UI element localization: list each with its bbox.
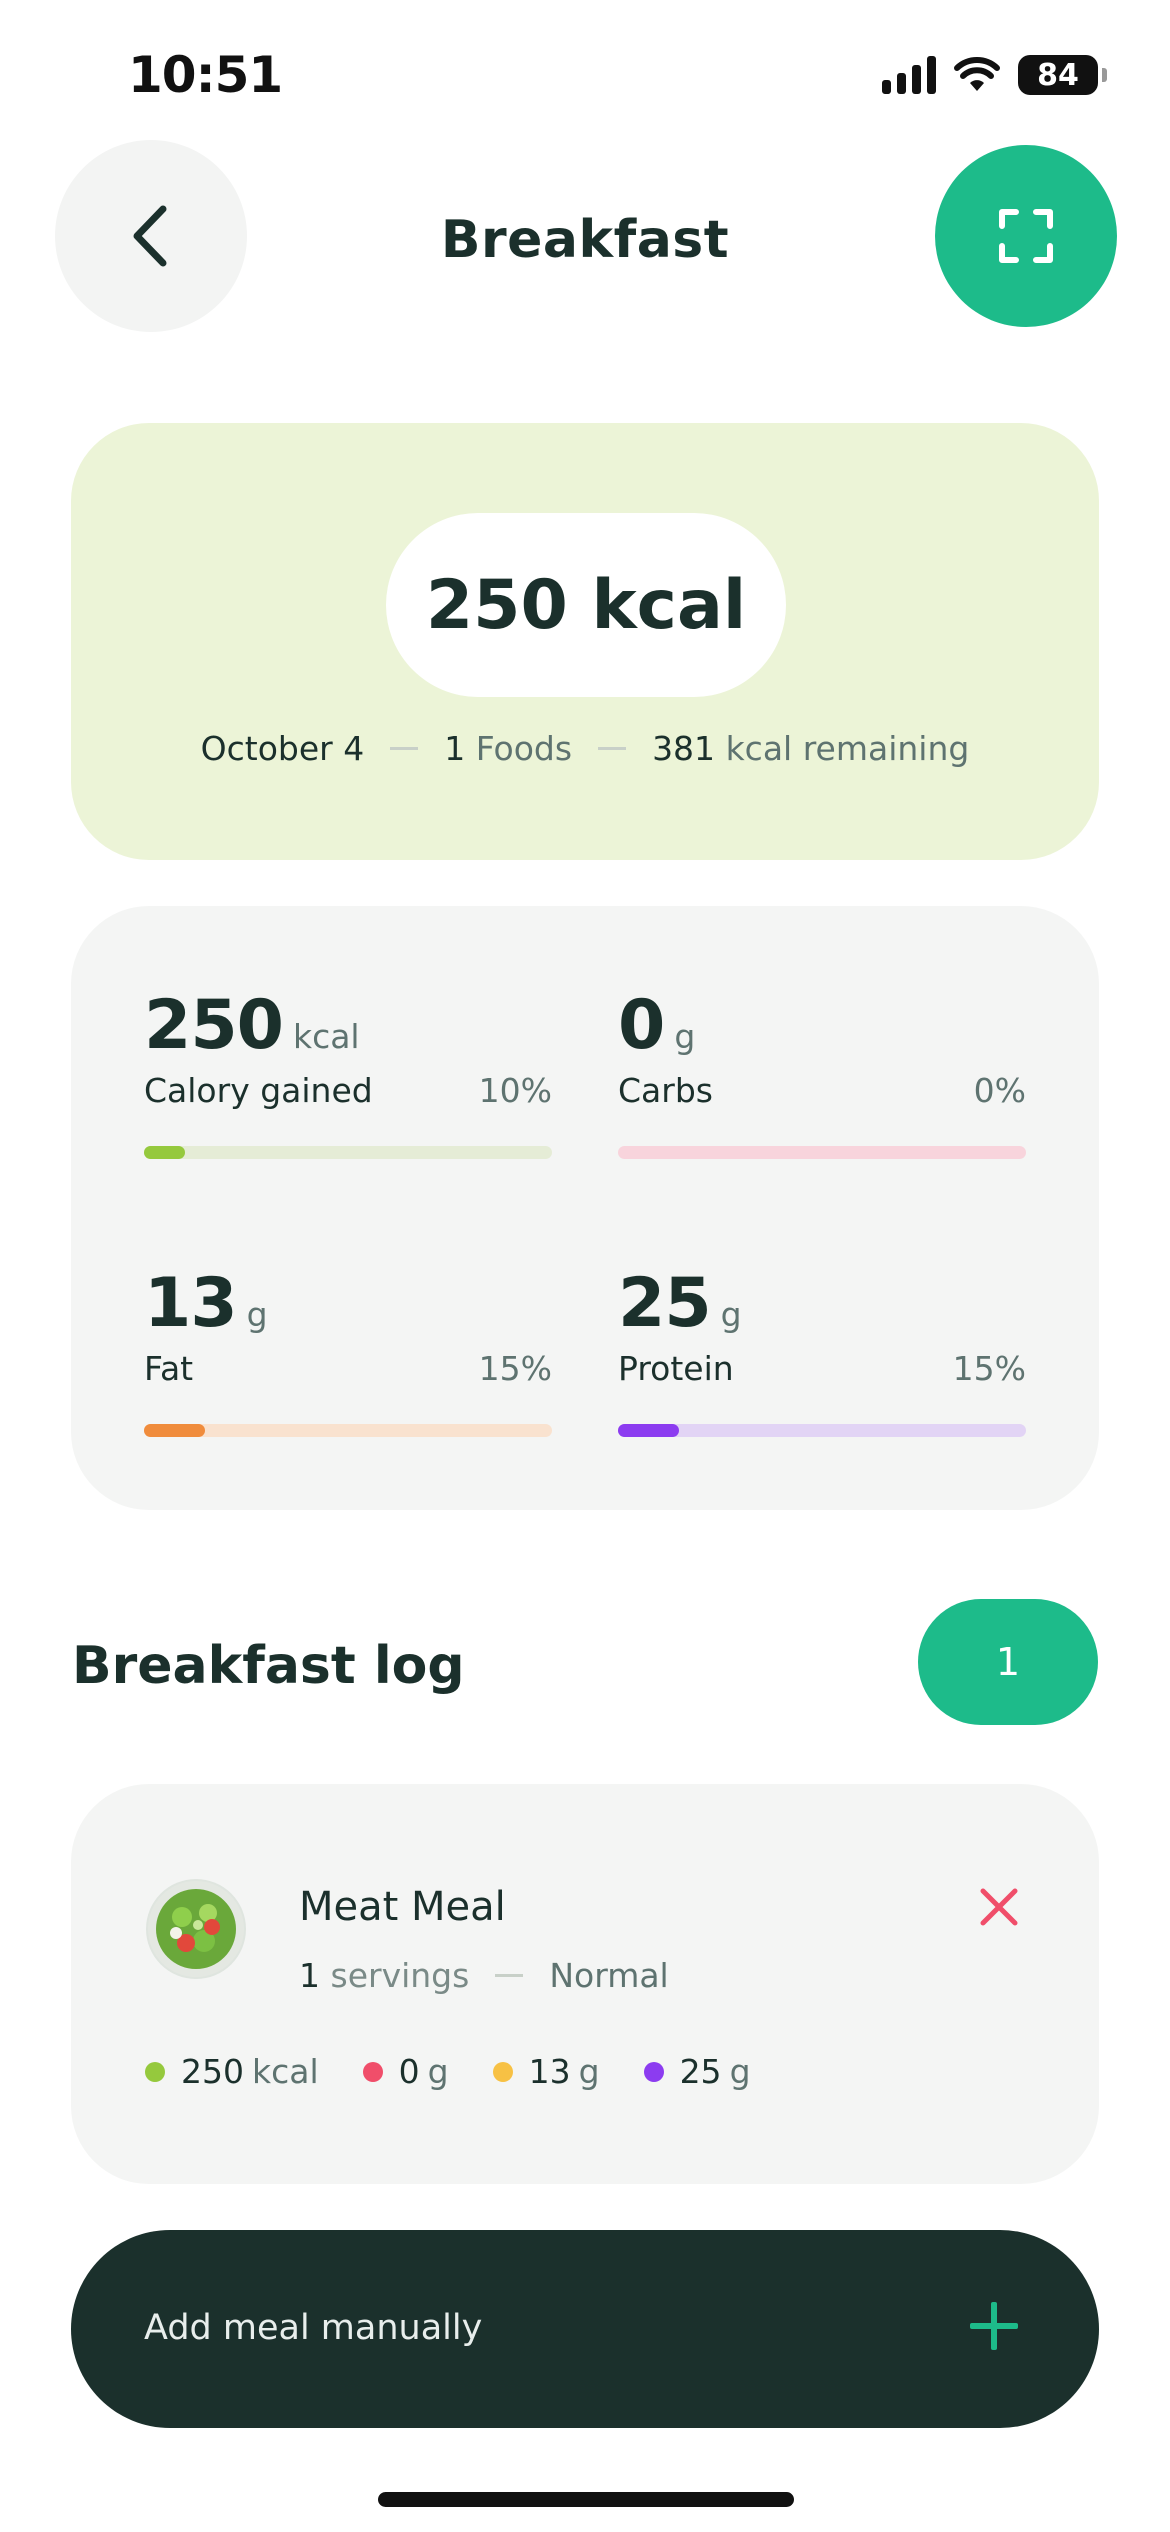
macro-card: 250 kcal Calory gained 10% 0g Carbs 0% 13 g …	[71, 906, 1099, 1510]
macro-percent: 15%	[952, 1349, 1026, 1388]
home-indicator	[378, 2492, 794, 2507]
meal-thumbnail	[146, 1879, 246, 1979]
remaining-label: kcal remaining	[725, 729, 970, 768]
macro-carbs: 0g Carbs 0%	[618, 986, 1026, 1159]
salad-bowl-icon	[148, 1881, 244, 1977]
meal-macro-unit: g	[427, 2052, 449, 2091]
status-time: 10:51	[128, 46, 283, 104]
separator	[390, 747, 419, 750]
foods-count: 1	[444, 729, 466, 768]
meal-macro-fat: 13 g	[492, 2052, 600, 2091]
foods-label: Foods	[475, 729, 573, 768]
meal-macro-value: 250	[181, 2052, 244, 2091]
macro-progress-bar	[144, 1146, 552, 1159]
total-calories: 250 kcal	[386, 513, 786, 697]
meal-log-item[interactable]: Meat Meal 1 servings Normal 250 kcal 0g 1…	[71, 1784, 1099, 2184]
meal-serving-info: 1 servings Normal	[299, 1956, 669, 1995]
macro-protein: 25 g Protein 15%	[618, 1264, 1026, 1437]
macro-percent: 10%	[478, 1071, 552, 1110]
cellular-signal-icon	[882, 56, 936, 94]
scan-button[interactable]	[935, 145, 1117, 327]
macro-unit: g	[674, 1017, 696, 1056]
scan-frame-icon	[999, 209, 1053, 263]
meal-name: Meat Meal	[299, 1884, 506, 1930]
separator	[598, 747, 627, 750]
macro-percent: 15%	[478, 1349, 552, 1388]
remove-meal-button[interactable]	[971, 1879, 1027, 1935]
macro-progress-fill	[618, 1424, 680, 1437]
portion-size: Normal	[549, 1956, 669, 1995]
meal-macro-carbs: 0g	[362, 2052, 449, 2091]
macro-value: 13	[144, 1264, 238, 1343]
macro-value: 250	[144, 986, 284, 1065]
macro-value: 0	[618, 986, 665, 1065]
macro-unit: g	[246, 1295, 268, 1334]
meal-summary-card: 250 kcal October 4 1 Foods 381 kcal rema…	[71, 423, 1099, 860]
macro-percent: 0%	[973, 1071, 1026, 1110]
macro-progress-fill	[144, 1424, 206, 1437]
log-count-badge[interactable]: 1	[918, 1599, 1098, 1725]
carbs-dot-icon	[362, 2061, 383, 2082]
macro-label: Carbs	[618, 1071, 713, 1110]
meal-macro-unit: g	[729, 2052, 751, 2091]
macro-progress-fill	[144, 1146, 185, 1159]
remaining-value: 381	[652, 729, 716, 768]
meal-macro-unit: g	[578, 2052, 600, 2091]
macro-label: Calory gained	[144, 1071, 373, 1110]
meal-macro-protein: 25 g	[643, 2052, 751, 2091]
servings-value: 1	[299, 1956, 320, 1995]
servings-label: servings	[330, 1956, 470, 1995]
plus-icon	[966, 2298, 1022, 2354]
calories-dot-icon	[145, 2061, 165, 2082]
summary-details: October 4 1 Foods 381 kcal remaining	[71, 729, 1099, 768]
protein-dot-icon	[643, 2061, 664, 2082]
add-meal-manually-button[interactable]: Add meal manually	[71, 2230, 1099, 2428]
macro-value: 25	[618, 1264, 712, 1343]
macro-calories: 250 kcal Calory gained 10%	[144, 986, 552, 1159]
battery-icon: 84	[1018, 55, 1107, 95]
meal-macro-value: 25	[679, 2052, 722, 2091]
wifi-icon	[954, 57, 1000, 91]
meal-macro-value: 13	[528, 2052, 571, 2091]
macro-progress-bar	[618, 1424, 1026, 1437]
macro-progress-bar	[618, 1146, 1026, 1159]
separator	[495, 1974, 524, 1977]
macro-label: Protein	[618, 1349, 734, 1388]
log-title: Breakfast log	[72, 1636, 465, 1696]
macro-progress-bar	[144, 1424, 552, 1437]
close-icon	[980, 1888, 1018, 1926]
meal-macros: 250 kcal 0g 13 g 25 g	[145, 2052, 795, 2091]
macro-unit: g	[720, 1295, 742, 1334]
meal-macro-value: 0	[398, 2052, 420, 2091]
macro-fat: 13 g Fat 15%	[144, 1264, 552, 1437]
meal-macro-calories: 250 kcal	[145, 2052, 319, 2091]
battery-level: 84	[1037, 57, 1079, 93]
fat-dot-icon	[492, 2061, 513, 2082]
macro-label: Fat	[144, 1349, 194, 1388]
status-indicators: 84	[882, 55, 1107, 95]
macro-unit: kcal	[292, 1017, 360, 1056]
meal-date: October 4	[200, 729, 365, 768]
meal-macro-unit: kcal	[252, 2052, 319, 2091]
add-meal-label: Add meal manually	[144, 2308, 483, 2348]
